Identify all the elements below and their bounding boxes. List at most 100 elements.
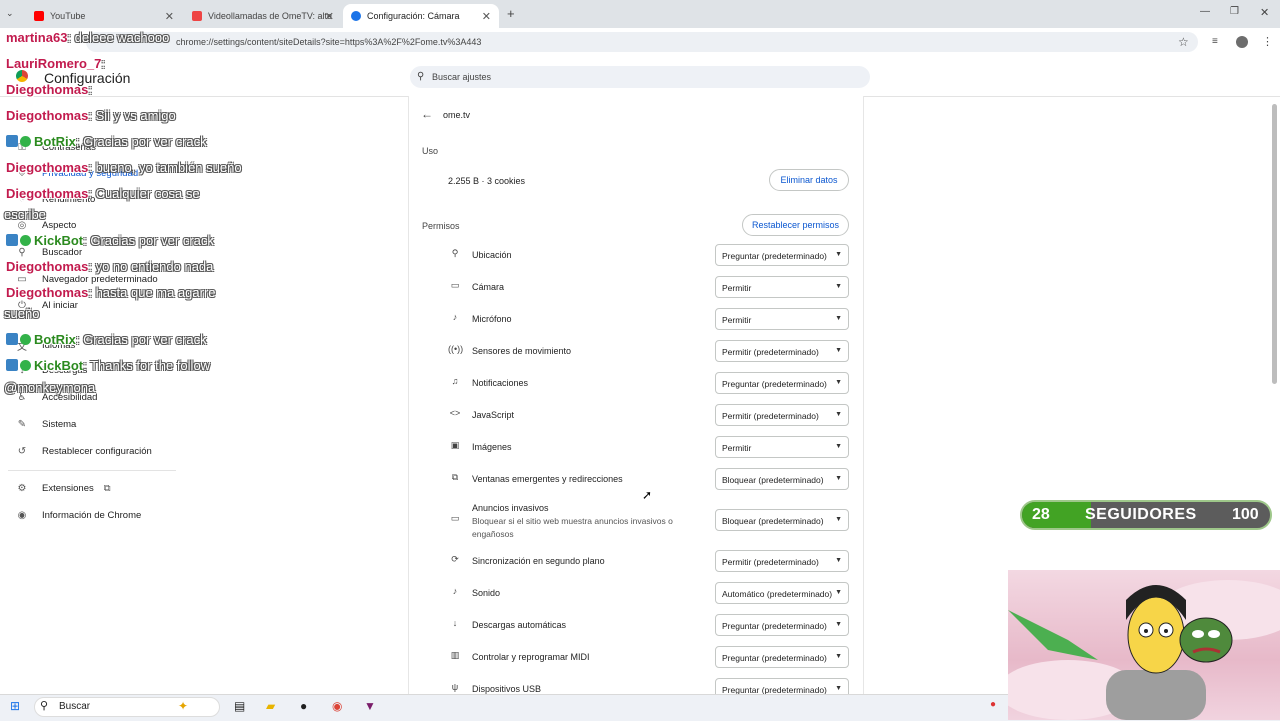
minimize-button[interactable]: — bbox=[1200, 6, 1210, 17]
image-icon: ▣ bbox=[450, 440, 460, 450]
permission-row-microphone: ♪ Micrófono Permitir ▼ bbox=[448, 308, 850, 332]
followers-label: SEGUIDORES bbox=[1085, 506, 1197, 523]
close-icon[interactable]: ✕ bbox=[325, 10, 334, 23]
permission-value: Permitir (predeterminado) bbox=[722, 557, 819, 567]
obs-icon[interactable]: ▼ bbox=[364, 699, 376, 713]
wrench-icon: ✎ bbox=[17, 419, 27, 430]
permission-label: Sensores de movimiento bbox=[472, 346, 572, 356]
chat-username: Diegothomas bbox=[6, 108, 89, 123]
dropdown-arrow-icon: ▼ bbox=[835, 589, 842, 596]
chat-text: : Gracias por ver crack bbox=[83, 233, 214, 248]
permission-label: Dispositivos USB bbox=[472, 684, 542, 694]
chrome-icon[interactable]: ◉ bbox=[332, 699, 342, 713]
dropdown-arrow-icon: ▼ bbox=[835, 653, 842, 660]
back-arrow-icon[interactable]: ← bbox=[421, 107, 433, 121]
tab-ometv[interactable]: Videollamadas de OmeTV: alte ✕ bbox=[184, 4, 342, 28]
verified-icon bbox=[20, 360, 31, 371]
permission-row-volume: ♪ Sonido Automático (predeterminado) ▼ bbox=[448, 582, 850, 606]
dropdown-arrow-icon: ▼ bbox=[835, 379, 842, 386]
notification-icon[interactable]: ● bbox=[990, 699, 996, 710]
profile-avatar[interactable] bbox=[1236, 36, 1248, 48]
file-explorer-icon[interactable]: ▰ bbox=[266, 699, 275, 713]
tab-label: Videollamadas de OmeTV: alte bbox=[208, 11, 333, 21]
permissions-heading: Permisos bbox=[422, 221, 460, 231]
permission-select[interactable]: Bloquear (predeterminado) ▼ bbox=[715, 509, 849, 531]
permission-select[interactable]: Bloquear (predeterminado) ▼ bbox=[715, 468, 849, 490]
permission-label: Cámara bbox=[472, 282, 505, 292]
permission-row-download: ↓ Descargas automáticas Preguntar (predete… bbox=[448, 614, 850, 638]
permission-row-location: ⚲ Ubicación Preguntar (predeterminado) ▼ bbox=[448, 244, 850, 268]
permission-select[interactable]: Permitir ▼ bbox=[715, 308, 849, 330]
close-icon[interactable]: ✕ bbox=[165, 10, 174, 23]
gear-icon bbox=[351, 11, 361, 21]
sidebar-item-label: Información de Chrome bbox=[42, 510, 142, 521]
scrollbar-thumb[interactable] bbox=[1272, 104, 1277, 384]
reset-icon: ↺ bbox=[17, 446, 27, 457]
reset-permissions-button[interactable]: Restablecer permisos bbox=[742, 214, 849, 236]
sidebar-item-search-engine[interactable]: ⚲ Buscador bbox=[16, 247, 82, 258]
chat-message: KickBot: Thanks for the follow bbox=[6, 358, 210, 373]
tab-youtube[interactable]: YouTube ✕ bbox=[26, 4, 182, 28]
chat-text: : Cualquier cosa se bbox=[88, 186, 200, 201]
permission-select[interactable]: Preguntar (predeterminado) ▼ bbox=[715, 244, 849, 266]
bot-badge-icon bbox=[6, 359, 18, 371]
permission-select[interactable]: Permitir (predeterminado) ▼ bbox=[715, 550, 849, 572]
new-tab-button[interactable]: + bbox=[507, 6, 515, 21]
permission-value: Preguntar (predeterminado) bbox=[722, 621, 827, 631]
sidebar-item-about-chrome[interactable]: ◉ Información de Chrome bbox=[16, 510, 142, 521]
permission-value: Permitir bbox=[722, 443, 752, 453]
permission-label: Sincronización en segundo plano bbox=[472, 556, 605, 566]
usb-icon: ψ bbox=[451, 682, 459, 692]
menu-icon[interactable]: ⋮ bbox=[1262, 35, 1273, 48]
close-icon[interactable]: ✕ bbox=[482, 10, 491, 23]
tab-label: YouTube bbox=[50, 11, 86, 21]
bot-badge-icon bbox=[6, 234, 18, 246]
permission-value: Permitir bbox=[722, 315, 752, 325]
permission-row-camera: ▭ Cámara Permitir ▼ bbox=[448, 276, 850, 300]
bookmark-star-icon[interactable]: ☆ bbox=[1178, 35, 1189, 49]
sidebar-item-label: Restablecer configuración bbox=[42, 446, 152, 457]
permission-select[interactable]: Preguntar (predeterminado) ▼ bbox=[715, 372, 849, 394]
dropdown-arrow-icon: ▼ bbox=[835, 685, 842, 692]
permission-value: Preguntar (predeterminado) bbox=[722, 251, 827, 261]
bell-icon: ♫ bbox=[451, 376, 459, 386]
chat-message: Diegothomas: bueno, yo también sueño bbox=[6, 160, 242, 175]
permission-select[interactable]: Permitir (predeterminado) ▼ bbox=[715, 404, 849, 426]
search-icon: ⚲ bbox=[40, 700, 49, 712]
permission-description: Bloquear si el sitio web muestra anuncio… bbox=[472, 516, 673, 539]
tab-settings[interactable]: Configuración: Cámara ✕ bbox=[343, 4, 499, 28]
media-controls-icon[interactable]: ≡ bbox=[1212, 36, 1218, 47]
sidebar-item-extensions[interactable]: ⚙ Extensiones ⧉ bbox=[16, 483, 111, 494]
webcam-overlay bbox=[1008, 570, 1280, 720]
maximize-button[interactable]: ❐ bbox=[1230, 6, 1239, 17]
sidebar-item-label: Extensiones bbox=[42, 483, 94, 494]
app-icon[interactable]: ● bbox=[300, 699, 307, 713]
tab-search-button[interactable]: ⌄ bbox=[6, 8, 14, 19]
permission-select[interactable]: Preguntar (predeterminado) ▼ bbox=[715, 614, 849, 636]
permission-select[interactable]: Automático (predeterminado) ▼ bbox=[715, 582, 849, 604]
search-icon: ⚲ bbox=[417, 71, 425, 82]
close-window-button[interactable]: ✕ bbox=[1260, 6, 1269, 19]
copilot-icon[interactable]: ✦ bbox=[178, 699, 188, 713]
verified-icon bbox=[20, 235, 31, 246]
sidebar-item-default-browser[interactable]: ▭ Navegador predeterminado bbox=[16, 274, 157, 285]
youtube-icon bbox=[34, 11, 44, 21]
permission-value: Bloquear (predeterminado) bbox=[722, 516, 824, 526]
clear-data-button[interactable]: Eliminar datos bbox=[769, 169, 849, 191]
permission-label: Ventanas emergentes y redirecciones bbox=[472, 474, 623, 484]
permission-select[interactable]: Preguntar (predeterminado) ▼ bbox=[715, 646, 849, 668]
chat-username: LauriRomero_7 bbox=[6, 56, 102, 71]
permission-value: Permitir (predeterminado) bbox=[722, 347, 819, 357]
permission-value: Preguntar (predeterminado) bbox=[722, 379, 827, 389]
permission-select[interactable]: Permitir (predeterminado) ▼ bbox=[715, 340, 849, 362]
permission-select[interactable]: Permitir ▼ bbox=[715, 276, 849, 298]
search-placeholder: Buscar ajustes bbox=[432, 72, 492, 82]
sidebar-item-system[interactable]: ✎ Sistema bbox=[16, 419, 77, 430]
sidebar-item-reset[interactable]: ↺ Restablecer configuración bbox=[16, 446, 152, 457]
chat-text: : bbox=[101, 56, 105, 71]
usage-value: 2.255 B · 3 cookies bbox=[448, 176, 526, 186]
chat-username: BotRix bbox=[34, 332, 76, 347]
permission-select[interactable]: Permitir ▼ bbox=[715, 436, 849, 458]
task-view-icon[interactable]: ▤ bbox=[234, 699, 245, 713]
windows-start-icon[interactable]: ⊞ bbox=[10, 699, 20, 713]
